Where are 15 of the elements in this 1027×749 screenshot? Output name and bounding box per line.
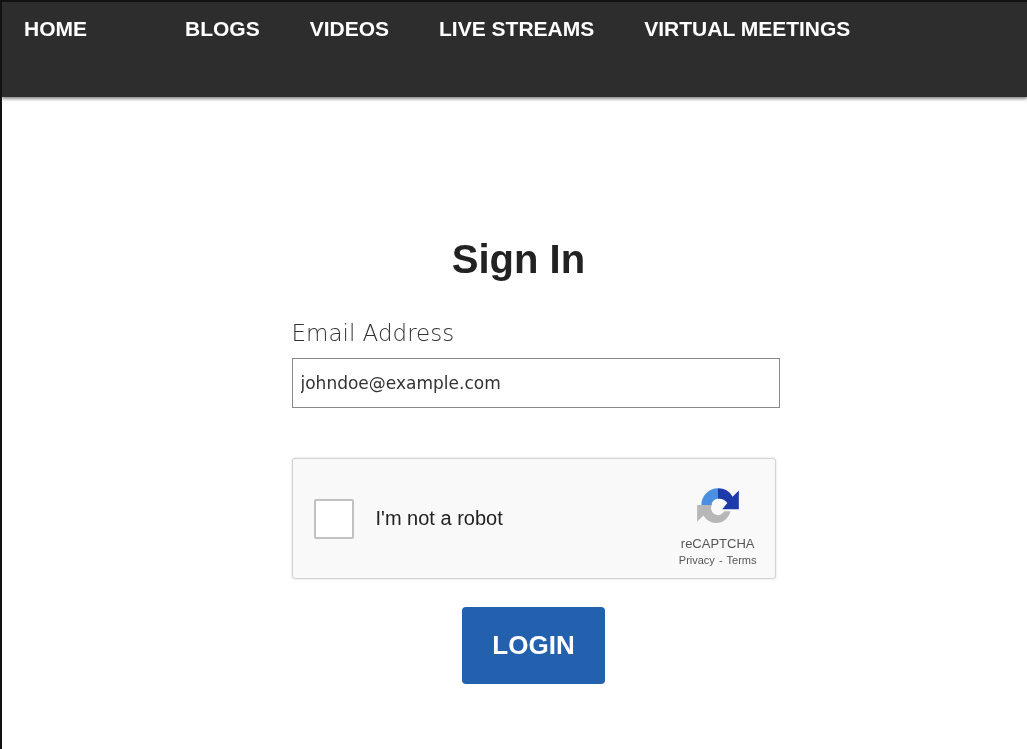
field-label: Email Address [291, 320, 456, 346]
nav-link[interactable]: HOME [24, 17, 87, 41]
nav-link[interactable]: VIRTUAL MEETINGS [644, 17, 851, 41]
email-field[interactable]: johndoe@example.com [291, 358, 780, 408]
privacy-link[interactable]: Privacy [678, 553, 715, 566]
login-button[interactable]: LOGIN [462, 607, 605, 684]
terms-link[interactable]: Terms [726, 553, 757, 566]
checkbox-label: I'm not a robot [375, 507, 504, 530]
brand-text: reCAPTCHA [680, 535, 755, 551]
nav-link[interactable]: VIDEOS [309, 17, 390, 41]
checkbox[interactable] [313, 498, 354, 539]
nav-link[interactable]: LIVE STREAMS [439, 17, 595, 41]
nav-link[interactable]: BLOGS [185, 17, 260, 41]
page-title: Sign In [451, 237, 586, 282]
separator-text: - [718, 553, 723, 566]
